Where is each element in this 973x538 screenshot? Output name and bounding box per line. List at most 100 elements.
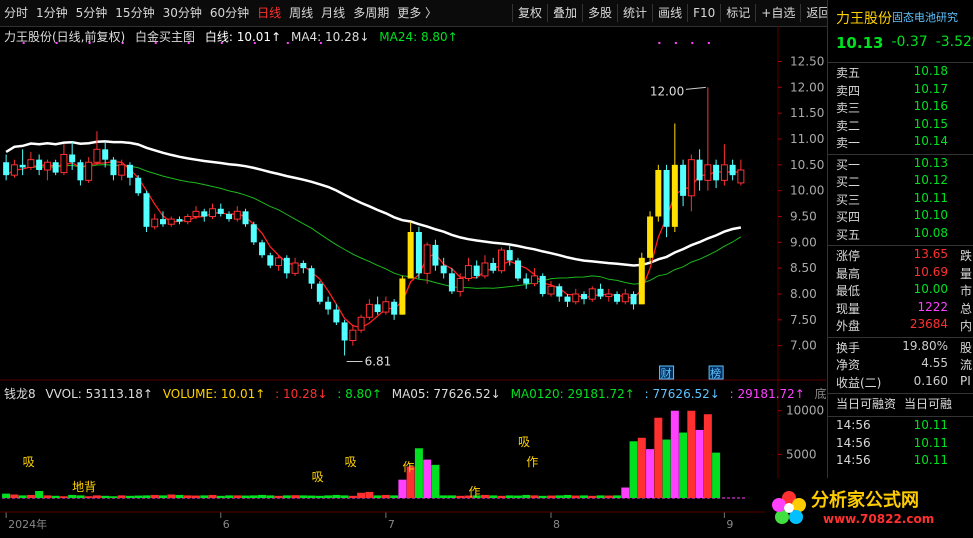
v3-value: : 8.80↑ [337, 387, 382, 401]
toolbar-action-1[interactable]: 叠加 [547, 4, 582, 22]
volume-bar [662, 439, 671, 498]
stat-row-label: 外盘 [836, 319, 861, 333]
toolbar-action-3[interactable]: 统计 [617, 4, 652, 22]
period-tab-7[interactable]: 周线 [285, 4, 317, 22]
stat-row-extra: 总 [960, 301, 973, 316]
toolbar-action-5[interactable]: F10 [687, 4, 720, 22]
candle-body [621, 293, 629, 303]
period-menu: 分时 1分钟 5分钟 15分钟 30分钟 60分钟 日线 周线 月线 多周期 更多 〉 [0, 4, 441, 22]
candle-body [217, 208, 224, 214]
candle-body [539, 275, 546, 294]
v5-value: : 29181.72↑ [729, 387, 805, 401]
chart-area[interactable]: 12.50 12.00 11.50 11.00 10.50 10.00 9.50 9.00 8.… [0, 26, 850, 538]
candle-body [614, 294, 621, 302]
volume-bar [307, 495, 316, 498]
volume-bar [92, 495, 101, 498]
bid-row-value: 10.11 [913, 190, 948, 205]
volume-bar [299, 495, 308, 498]
volume-bar [439, 495, 448, 498]
ask-row: 卖五 10.18 [836, 64, 973, 81]
stat-row-extra: 市 [960, 284, 973, 298]
stock-label: 力王股份(日线,前复权) [4, 30, 126, 44]
volume-bar [365, 491, 374, 498]
candle-body [687, 159, 695, 197]
volume-bar [687, 410, 696, 498]
volume-bar [621, 487, 630, 498]
toolbar-action-4[interactable]: 画线 [652, 4, 687, 22]
volume-bar [291, 495, 300, 498]
candle-body [630, 294, 637, 305]
ask-row: 卖二 10.15 [836, 117, 973, 134]
stat-row: 涨停 13.65 跌 [836, 247, 973, 264]
ask-row: 卖一 10.14 [836, 134, 973, 151]
candle-body [415, 232, 422, 274]
candle-body [432, 244, 439, 266]
candle-body [357, 316, 365, 331]
toolbar-action-2[interactable]: 多股 [582, 4, 617, 22]
signal-dot [691, 42, 694, 44]
period-tab-6[interactable]: 日线 [253, 4, 285, 22]
candle-body [69, 154, 76, 163]
price-tick-label: 9.00 [790, 235, 817, 249]
stat-row: 最高 10.69 量 [836, 265, 973, 282]
stock-concept[interactable]: 固态电池研究 [892, 9, 958, 25]
volume-bar [596, 495, 605, 498]
period-tab-8[interactable]: 月线 [317, 4, 349, 22]
turnover-row-value: 0.160 [913, 373, 948, 388]
candle-body [523, 278, 530, 284]
ma05-value: MA05: 77626.52↓ [391, 387, 501, 401]
divider [828, 153, 973, 155]
period-tab-2[interactable]: 5分钟 [72, 4, 112, 22]
candle-body [605, 293, 613, 298]
candle-body [588, 288, 596, 300]
toolbar-action-6[interactable]: 标记 [720, 4, 755, 22]
volume-bar [324, 495, 333, 498]
period-tab-10[interactable]: 更多 〉 [393, 4, 441, 22]
volume-bar [489, 495, 498, 498]
indicator-name: 白金买主图 [135, 30, 196, 44]
volume-value: VOLUME: 10.01↑ [162, 387, 266, 401]
candle-body [671, 164, 678, 227]
volume-bar [431, 464, 440, 498]
tick-row: 14:56 10.11 [836, 436, 973, 453]
toolbar-action-7[interactable]: +自选 [755, 4, 800, 22]
price-tick-label: 10.00 [790, 184, 824, 198]
kline-chart[interactable]: 12.50 12.00 11.50 11.00 10.50 10.00 9.50 9.00 8.… [0, 26, 826, 538]
volume-bar [142, 495, 151, 498]
candle-body [110, 159, 117, 176]
volume-bar [125, 495, 134, 498]
period-tab-5[interactable]: 60分钟 [206, 4, 253, 22]
price-tick-label: 7.50 [790, 313, 817, 327]
period-tab-4[interactable]: 30分钟 [159, 4, 206, 22]
volume-annotation: 吸 [312, 470, 324, 484]
ask-row-value: 10.17 [913, 81, 948, 96]
action-menu: 复权 叠加 多股 统计 画线 F10 标记 +自选 返回 [512, 4, 835, 22]
candle-body [514, 260, 521, 279]
high-arrow [685, 86, 706, 90]
volume-bar [571, 495, 580, 498]
volume-annotation: 作 [468, 485, 480, 499]
toolbar-action-0[interactable]: 复权 [512, 4, 547, 22]
volume-bar [654, 417, 663, 498]
volume-bar [266, 495, 275, 498]
period-tab-1[interactable]: 1分钟 [32, 4, 72, 22]
candle-body [374, 304, 381, 313]
candle-body [192, 210, 200, 217]
candle-body [300, 263, 307, 269]
bid-row-label: 买二 [836, 175, 861, 189]
candle-body [490, 263, 497, 271]
stat-row-label: 涨停 [836, 249, 861, 263]
price-tick-label: 11.00 [790, 132, 824, 146]
volume-bar [398, 479, 407, 498]
period-tab-0[interactable]: 分时 [0, 4, 32, 22]
high-label: 12.00 [650, 84, 684, 98]
period-tab-3[interactable]: 15分钟 [111, 4, 158, 22]
volume-bar [712, 452, 721, 498]
candle-body [135, 177, 142, 194]
ma24-line [5, 164, 742, 289]
turnover-row-value: 4.55 [921, 356, 948, 370]
volume-bar [76, 495, 85, 498]
volume-bar [10, 494, 19, 498]
period-tab-9[interactable]: 多周期 [349, 4, 393, 22]
candle-body [85, 161, 93, 181]
